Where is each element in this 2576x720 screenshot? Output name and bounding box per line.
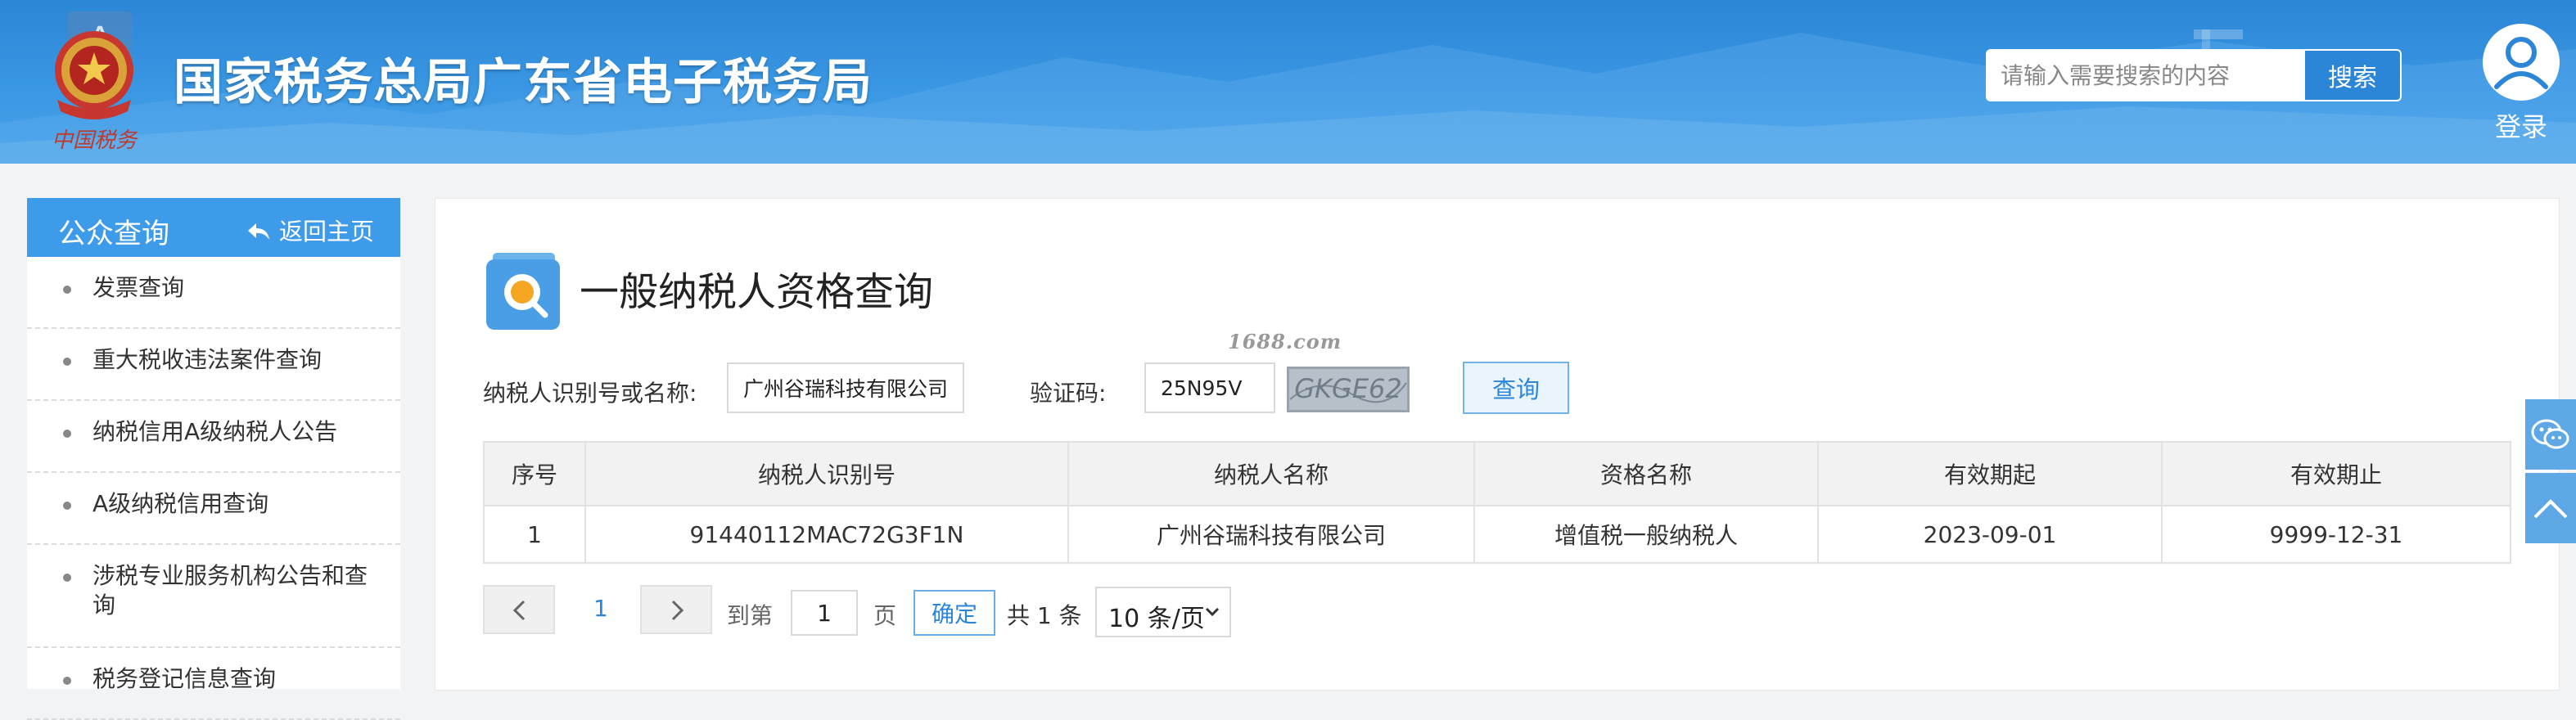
chevron-down-icon	[1205, 607, 1220, 617]
sidebar-menu: 发票查询 重大税收违法案件查询 纳税信用A级纳税人公告 A级纳税信用查询 涉税专…	[27, 257, 400, 720]
captcha-image-text: GKGE62	[1294, 373, 1402, 404]
captcha-input[interactable]	[1144, 362, 1275, 413]
column-header: 有效期止	[2161, 441, 2511, 506]
sidebar-item-tax-service-agencies[interactable]: 涉税专业服务机构公告和查询	[27, 545, 400, 648]
bullet-icon	[63, 430, 71, 438]
bullet-icon	[63, 677, 71, 685]
chevron-left-icon	[512, 600, 526, 621]
site-title: 国家税务总局广东省电子税务局	[174, 54, 873, 111]
table-row: 1 91440112MAC72G3F1N 广州谷瑞科技有限公司 增值税一般纳税人…	[483, 505, 2511, 564]
sidebar-item-label: 发票查询	[92, 274, 185, 301]
column-header: 纳税人名称	[1067, 441, 1475, 506]
confirm-page-button[interactable]: 确定	[914, 590, 995, 636]
bullet-icon	[63, 502, 71, 510]
bullet-icon	[63, 574, 71, 582]
total-count: 共 1 条	[1007, 602, 1082, 629]
page-size-value: 10 条/页	[1108, 605, 1205, 633]
taxpayer-label: 纳税人识别号或名称:	[483, 380, 697, 407]
watermark-text: 1688.com	[1228, 330, 1342, 353]
sidebar-title: 公众查询	[58, 218, 169, 250]
back-arrow-icon	[247, 223, 269, 240]
captcha-image[interactable]: GKGE62	[1287, 367, 1410, 412]
sidebar: 公众查询 返回主页 发票查询 重大税收违法案件查询 纳税信用A级纳税人公告 A级…	[27, 198, 400, 720]
user-avatar-icon	[2483, 24, 2560, 101]
sidebar-item-label: 涉税专业服务机构公告和查询	[92, 562, 368, 619]
search-doc-icon	[486, 253, 560, 330]
captcha-label: 验证码:	[1030, 380, 1107, 407]
next-page-button[interactable]	[640, 585, 712, 634]
sidebar-item-label: 纳税信用A级纳税人公告	[92, 418, 338, 445]
current-page-number[interactable]: 1	[593, 595, 608, 622]
bullet-icon	[63, 358, 71, 366]
back-home-link[interactable]: 返回主页	[246, 213, 374, 247]
sidebar-item-tax-registration[interactable]: 税务登记信息查询	[27, 648, 400, 720]
back-to-top-icon	[2533, 499, 2568, 519]
bullet-icon	[63, 286, 71, 294]
goto-page-input[interactable]	[791, 590, 858, 636]
table-cell: 增值税一般纳税人	[1473, 505, 1819, 564]
chevron-right-icon	[671, 600, 684, 621]
table-header-row: 序号 纳税人识别号 纳税人名称 资格名称 有效期起 有效期止	[483, 441, 2511, 506]
sidebar-item-a-credit-notice[interactable]: 纳税信用A级纳税人公告	[27, 401, 400, 473]
emblem-icon[interactable]: A 中国税务	[33, 11, 156, 153]
table-cell: 91440112MAC72G3F1N	[584, 505, 1069, 564]
sidebar-item-label: A级纳税信用查询	[92, 490, 269, 517]
sidebar-item-tax-violation-cases[interactable]: 重大税收违法案件查询	[27, 329, 400, 401]
sidebar-header: 公众查询 返回主页	[27, 198, 400, 257]
column-header: 序号	[483, 441, 586, 506]
query-button[interactable]: 查询	[1463, 362, 1569, 414]
page-size-select[interactable]: 10 条/页	[1095, 587, 1231, 637]
table-cell: 2023-09-01	[1817, 505, 2163, 564]
goto-suffix: 页	[873, 602, 897, 629]
login-button[interactable]: 登录	[2480, 21, 2562, 144]
table-cell: 1	[483, 505, 586, 564]
prev-page-button[interactable]	[483, 585, 555, 634]
sidebar-item-invoice-query[interactable]: 发票查询	[27, 257, 400, 329]
sidebar-item-label: 重大税收违法案件查询	[92, 346, 323, 373]
back-home-label: 返回主页	[278, 218, 374, 245]
goto-prefix: 到第	[727, 602, 774, 629]
column-header: 资格名称	[1473, 441, 1819, 506]
sidebar-item-label: 税务登记信息查询	[92, 665, 277, 692]
result-table: 序号 纳税人识别号 纳税人名称 资格名称 有效期起 有效期止 1 9144011…	[483, 441, 2511, 564]
svg-text:中国税务: 中国税务	[52, 128, 138, 152]
sidebar-item-a-credit-query[interactable]: A级纳税信用查询	[27, 473, 400, 545]
wechat-button[interactable]	[2525, 399, 2576, 470]
table-cell: 广州谷瑞科技有限公司	[1067, 505, 1475, 564]
search-input[interactable]	[1986, 49, 2303, 101]
back-to-top-button[interactable]	[2525, 473, 2576, 543]
column-header: 纳税人识别号	[584, 441, 1069, 506]
search-button[interactable]: 搜索	[2303, 49, 2402, 101]
column-header: 有效期起	[1817, 441, 2163, 506]
taxpayer-input[interactable]	[727, 362, 964, 413]
header-search: 搜索	[1986, 49, 2402, 105]
wechat-icon	[2531, 419, 2569, 449]
main-panel: 一般纳税人资格查询 1688.com 纳税人识别号或名称: 验证码: GKGE6…	[435, 198, 2560, 691]
table-cell: 9999-12-31	[2161, 505, 2511, 564]
site-header: A 中国税务 国家税务总局广东省电子税务局 搜索 登录	[0, 0, 2576, 164]
page-title: 一般纳税人资格查询	[580, 269, 934, 315]
login-label: 登录	[2494, 111, 2547, 142]
